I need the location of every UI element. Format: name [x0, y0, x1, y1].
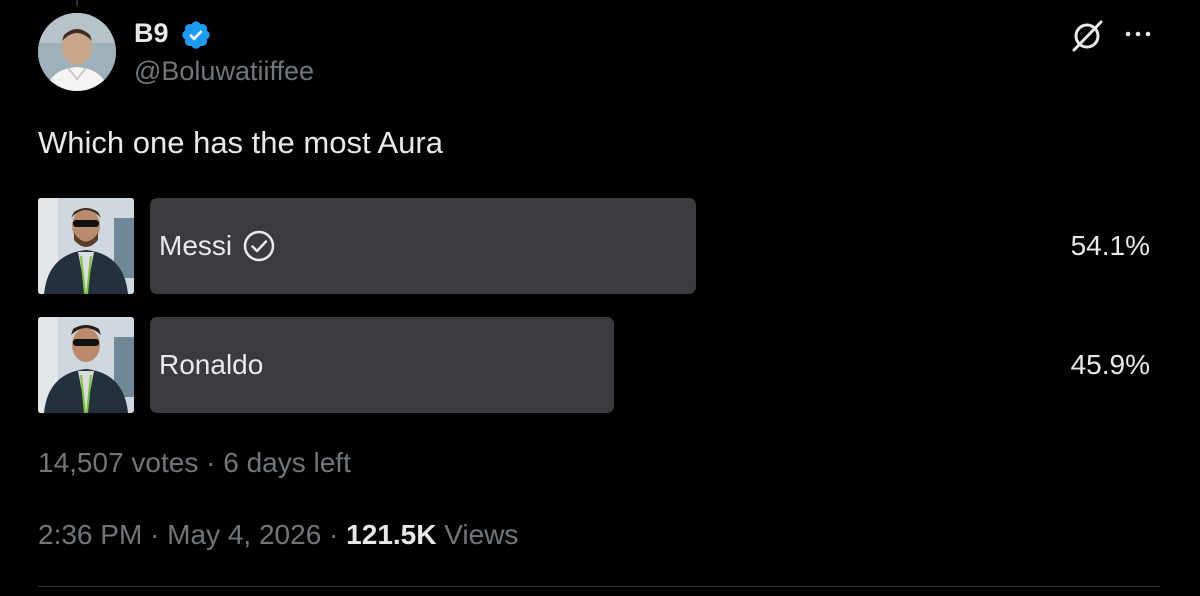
- poll-option-thumbnail: [38, 198, 134, 294]
- poll-option-percent: 54.1%: [1070, 230, 1150, 261]
- author-handle[interactable]: @Boluwatiiffee: [134, 54, 314, 88]
- poll-option-percent: 45.9%: [1070, 349, 1150, 380]
- poll-meta: 14,507 votes · 6 days left: [38, 446, 351, 480]
- views-label: Views: [444, 519, 519, 550]
- verified-badge-icon[interactable]: [180, 19, 212, 51]
- tweet-date[interactable]: May 4, 2026: [167, 519, 321, 550]
- avatar[interactable]: [38, 13, 116, 91]
- tweet-card: B9 @Boluwatiiffee Which one has the most…: [0, 0, 1200, 596]
- divider: [38, 586, 1160, 587]
- more-icon[interactable]: [1122, 22, 1154, 46]
- timestamp-separator: ·: [142, 519, 168, 550]
- poll-option-label-wrap: Messi: [159, 198, 276, 294]
- thread-connector: [76, 0, 78, 6]
- poll-option-ronaldo[interactable]: Ronaldo 45.9%: [38, 317, 1160, 413]
- poll-votes: 14,507 votes: [38, 447, 199, 478]
- poll-meta-separator: ·: [198, 447, 224, 478]
- poll-option-label: Ronaldo: [159, 349, 264, 380]
- tweet-text: Which one has the most Aura: [38, 125, 443, 160]
- timestamp-separator: ·: [321, 519, 347, 550]
- tweet-time[interactable]: 2:36 PM: [38, 519, 142, 550]
- tweet-timestamp: 2:36 PM · May 4, 2026 · 121.5K Views: [38, 518, 518, 552]
- grok-icon[interactable]: [1068, 17, 1106, 55]
- ronaldo-photo: [38, 317, 134, 413]
- check-circle-icon: [243, 230, 275, 262]
- avatar-photo: [38, 13, 116, 91]
- poll-option-messi[interactable]: Messi 54.1%: [38, 198, 1160, 294]
- poll-option-thumbnail: [38, 317, 134, 413]
- poll-time-left: 6 days left: [223, 447, 351, 478]
- views-count: 121.5K: [346, 519, 437, 550]
- messi-photo: [38, 198, 134, 294]
- poll-option-label-wrap: Ronaldo: [159, 317, 263, 413]
- author-display-name[interactable]: B9: [134, 16, 169, 50]
- poll-option-label: Messi: [159, 230, 233, 261]
